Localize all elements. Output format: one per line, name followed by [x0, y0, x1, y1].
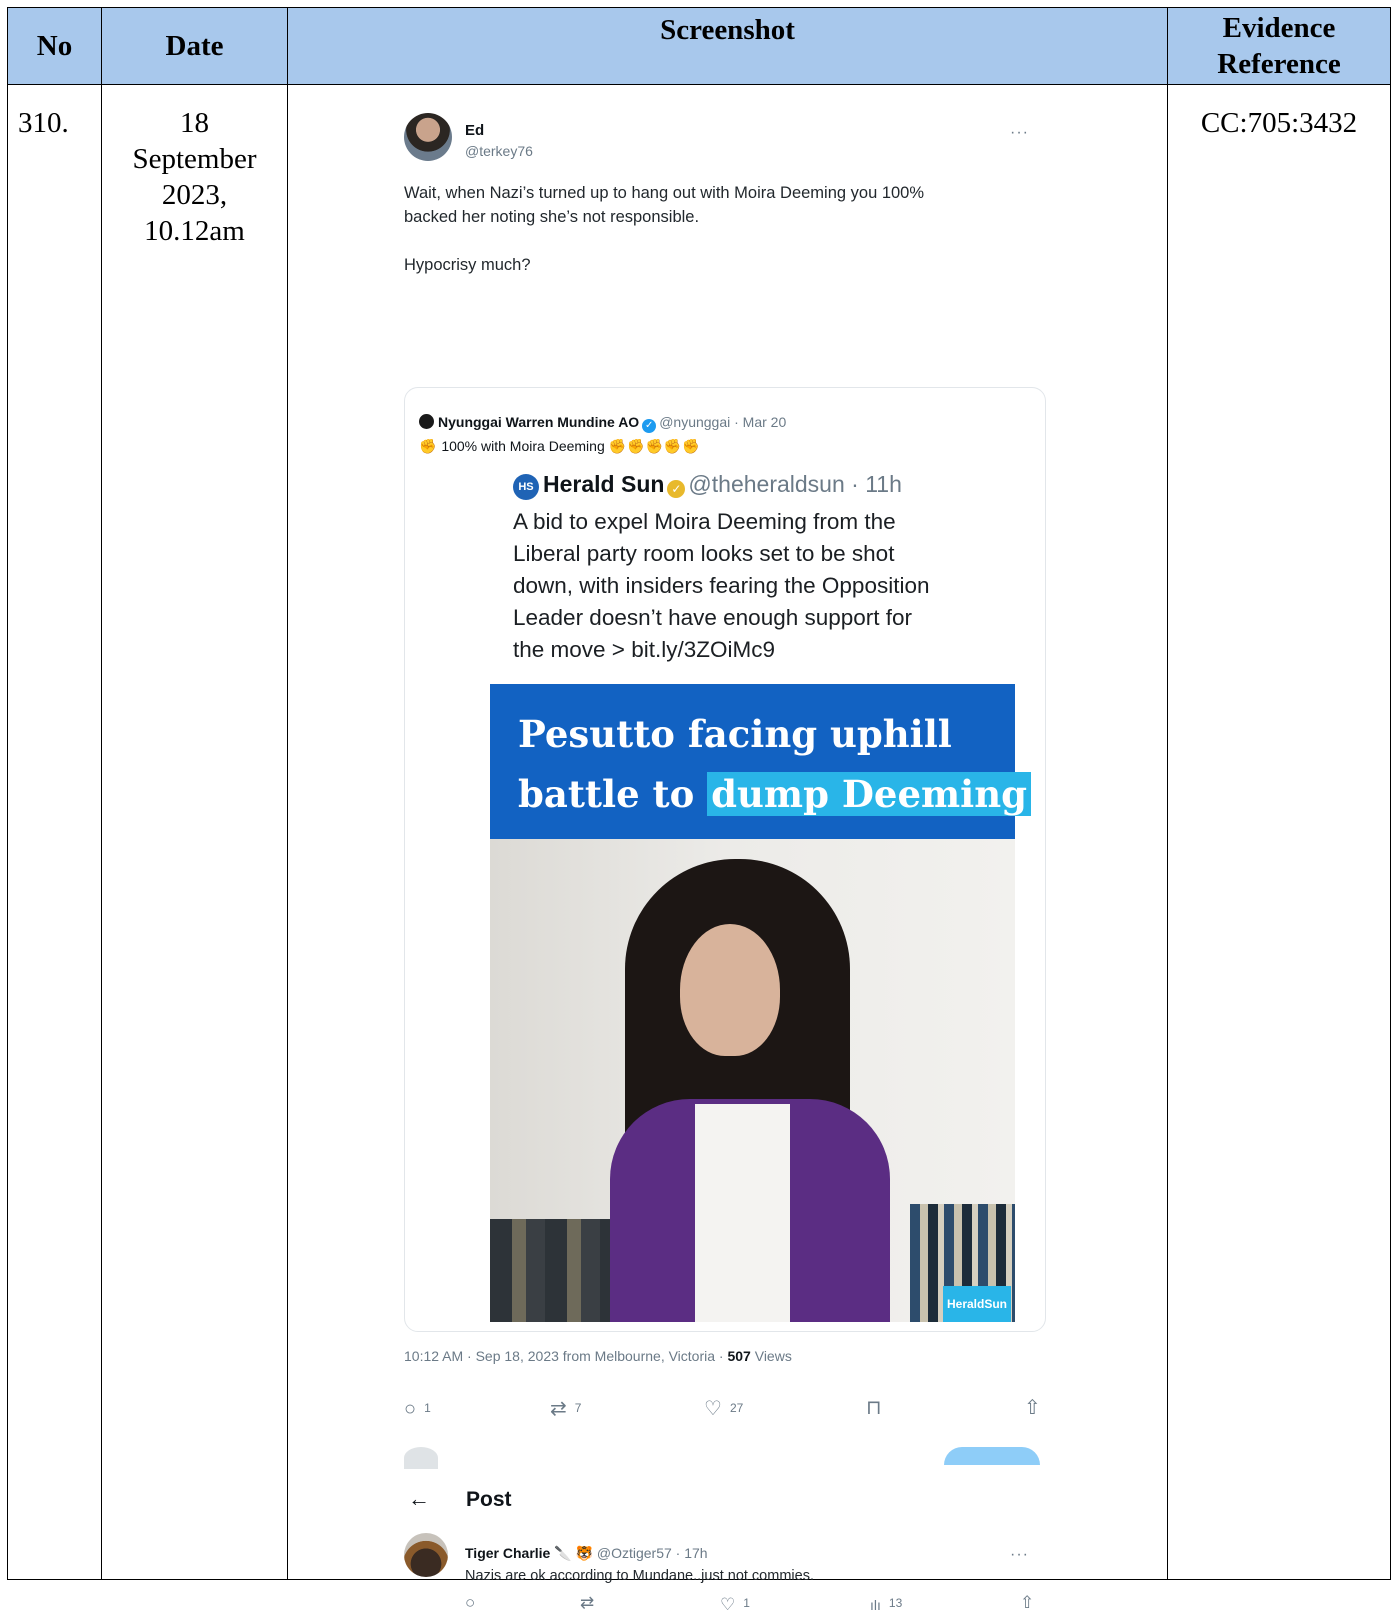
tweet-text-line: Wait, when Nazi’s turned up to hang out … — [404, 184, 925, 202]
reply-button[interactable]: ○ 1 — [404, 1390, 431, 1427]
views-icon: ılı — [870, 1597, 881, 1613]
views-count: 507 — [727, 1348, 751, 1364]
more-icon[interactable]: ··· — [1010, 1537, 1029, 1573]
herald-sun-logo-icon: HS — [513, 474, 539, 500]
tweet-text-line: backed her noting she’s not responsible. — [404, 208, 700, 226]
share-icon: ⇧ — [1020, 1593, 1035, 1612]
photo-watermark: HeraldSun — [942, 1286, 1011, 1322]
avatar — [419, 414, 434, 429]
like-count: 1 — [743, 1596, 750, 1610]
reply-button[interactable]: ○ — [465, 1585, 475, 1621]
retweet-icon: ⇄ — [550, 1398, 567, 1420]
headline-banner: Pesutto facing uphill battle to dump Dee… — [490, 684, 1031, 839]
header-no: No — [7, 7, 102, 85]
bookmark-button[interactable]: ⊓ — [866, 1390, 882, 1426]
reply-icon: ○ — [465, 1593, 476, 1612]
nested-tweet-text: A bid to expel Moira Deeming from the Li… — [513, 506, 1013, 666]
fist-emoji-icon: ✊✊✊✊✊ — [608, 438, 701, 454]
reply-button[interactable] — [944, 1447, 1040, 1465]
fist-emoji-icon: ✊ — [419, 438, 438, 454]
headline-highlight: dump Deeming — [707, 772, 1031, 816]
like-button[interactable]: ♡ 1 — [720, 1585, 750, 1623]
like-count: 27 — [729, 1401, 744, 1415]
date-time: 10.12am — [144, 215, 245, 247]
reply-actions: ○ ⇄ ♡ 1 ılı 13 ⇧ — [465, 1585, 1045, 1614]
nested-handle-time: @theheraldsun · 11h — [688, 471, 902, 497]
header-screenshot: Screenshot — [287, 7, 1168, 85]
evidence-table: No Date Screenshot Evidence Reference 31… — [7, 7, 1391, 1614]
avatar — [404, 1447, 438, 1469]
header-row: No Date Screenshot Evidence Reference — [7, 7, 1391, 85]
photo-books — [490, 1219, 620, 1322]
share-button[interactable]: ⇧ — [1024, 1390, 1041, 1426]
headline-line: Pesutto facing uphill — [518, 712, 952, 756]
post-title: Post — [466, 1488, 512, 1511]
date-day: 18 — [180, 107, 209, 139]
tweet-actions: ○ 1 ⇄ 7 ♡ 27 ⊓ ⇧ — [404, 1390, 1044, 1420]
avatar[interactable] — [404, 113, 452, 161]
views-count: 13 — [888, 1596, 903, 1610]
headline-line: battle to dump Deeming — [518, 772, 1031, 816]
tweet-author-handle[interactable]: @terkey76 — [465, 133, 533, 169]
share-icon: ⇧ — [1024, 1397, 1041, 1419]
verified-icon: ✓ — [667, 480, 686, 498]
retweet-button[interactable]: ⇄ — [580, 1585, 594, 1621]
views-button[interactable]: ılı 13 — [870, 1585, 902, 1623]
nested-tweet-header: HS Herald Sun ✓ @theheraldsun · 11h — [513, 466, 902, 502]
views-label: Views — [750, 1348, 792, 1364]
headline-plain: battle to — [518, 772, 708, 816]
table-row: 310. 18 September 2023, 10.12am Ed @terk… — [7, 84, 1391, 1614]
tweet-timestamp-location: 10:12 AM · Sep 18, 2023 from Melbourne, … — [404, 1348, 728, 1364]
row-date: 18 September 2023, 10.12am — [101, 84, 288, 1580]
quoted-text-body: 100% with Moira Deeming — [441, 438, 605, 454]
date-month: September — [132, 143, 257, 175]
header-evidence-reference: Evidence Reference — [1167, 7, 1391, 85]
quoted-text: ✊ 100% with Moira Deeming ✊✊✊✊✊ — [419, 428, 701, 464]
row-number: 310. — [7, 84, 102, 1580]
bookmark-icon: ⊓ — [866, 1397, 882, 1419]
share-button[interactable]: ⇧ — [1020, 1585, 1034, 1621]
tweet-meta: 10:12 AM · Sep 18, 2023 from Melbourne, … — [404, 1338, 792, 1374]
evidence-reference: CC:705:3432 — [1167, 84, 1391, 1580]
reply-icon: ○ — [404, 1398, 417, 1420]
date-year: 2023, — [161, 179, 228, 211]
quoted-tweet[interactable]: Nyunggai Warren Mundine AO ✓ @nyunggai · M… — [404, 387, 1046, 1332]
news-photo[interactable]: HeraldSun — [490, 839, 1015, 1322]
back-arrow-icon[interactable]: ← — [408, 1481, 430, 1517]
nested-author-name: Herald Sun — [543, 471, 665, 497]
avatar[interactable] — [404, 1533, 448, 1577]
reply-count: 1 — [424, 1401, 431, 1415]
retweet-count: 7 — [574, 1401, 582, 1415]
like-icon: ♡ — [720, 1595, 736, 1614]
nested-text-line: A bid to expel Moira Deeming from the — [513, 509, 896, 534]
nested-text-line: Leader doesn’t have enough support for — [513, 605, 913, 630]
more-icon[interactable]: ··· — [1010, 115, 1029, 151]
header-date: Date — [101, 7, 288, 85]
photo-person-shirt — [695, 1104, 790, 1322]
nested-text-line: Liberal party room looks set to be shot — [513, 541, 895, 566]
tweet-screenshot: Ed @terkey76 ··· Wait, when Nazi’s turne… — [388, 85, 1068, 1614]
retweet-button[interactable]: ⇄ 7 — [550, 1390, 581, 1427]
tweet-text-line: Hypocrisy much? — [404, 256, 531, 274]
like-icon: ♡ — [704, 1398, 722, 1420]
retweet-icon: ⇄ — [580, 1593, 595, 1612]
like-button[interactable]: ♡ 27 — [704, 1390, 743, 1427]
nested-text-line: down, with insiders fearing the Oppositi… — [513, 573, 930, 598]
screenshot-cell: Ed @terkey76 ··· Wait, when Nazi’s turne… — [287, 84, 1168, 1614]
photo-person-face — [680, 924, 780, 1056]
nested-text-line[interactable]: the move > bit.ly/3ZOiMc9 — [513, 634, 1013, 666]
